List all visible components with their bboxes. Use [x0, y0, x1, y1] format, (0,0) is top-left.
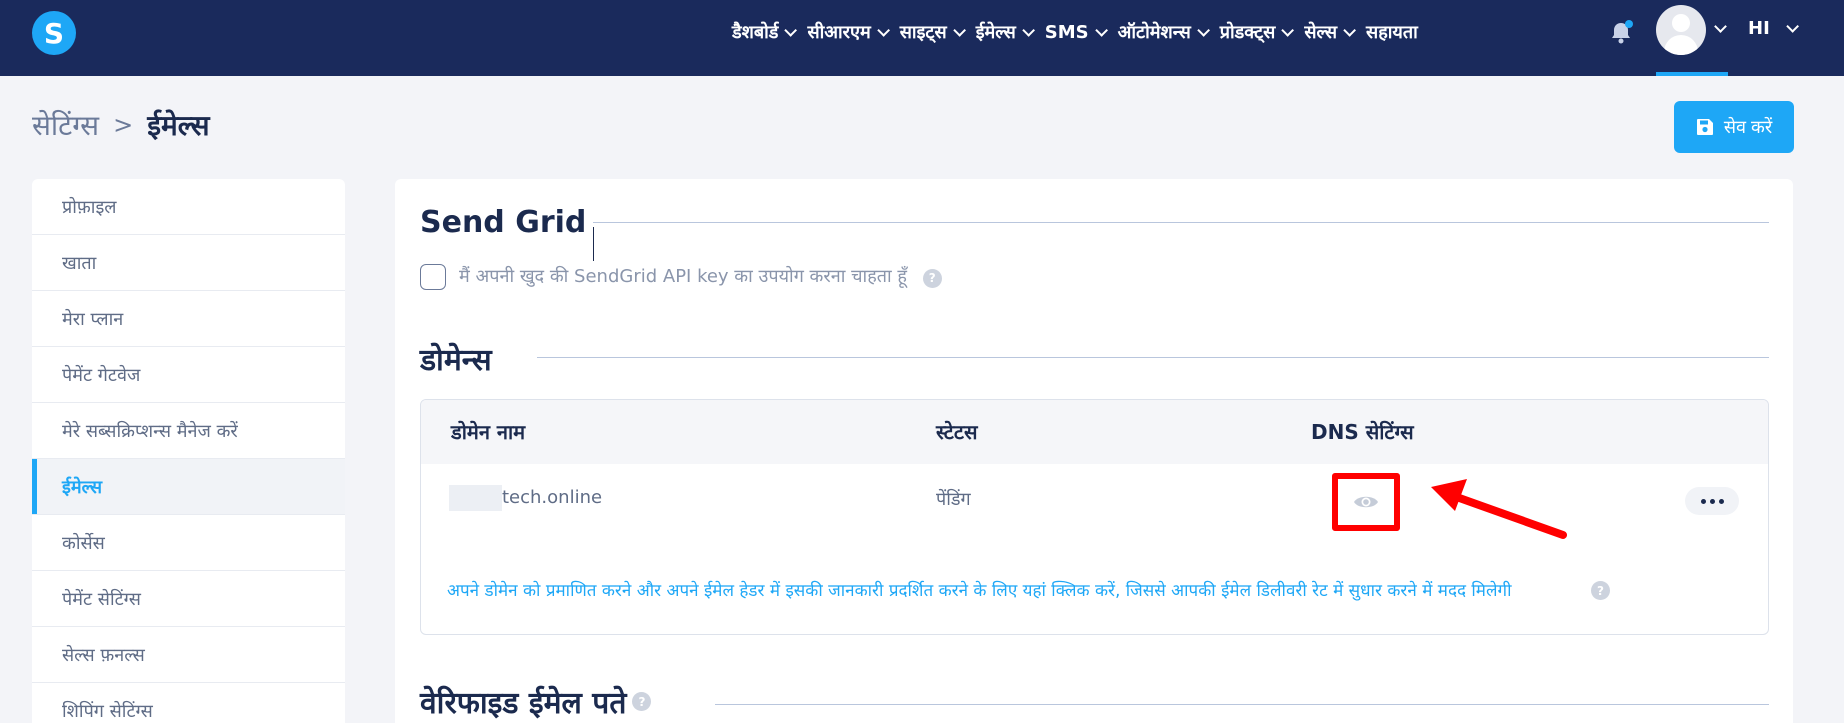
- nav-label: ऑटोमेशन्स: [1117, 22, 1191, 43]
- app-logo[interactable]: S: [32, 11, 76, 55]
- sidebar-item-label: पेमेंट गेटवेज: [62, 364, 141, 386]
- column-status: स्टेटस: [936, 420, 978, 444]
- column-domain-name: डोमेन नाम: [451, 420, 526, 444]
- column-dns-settings: DNS सेटिंग्स: [1311, 420, 1414, 444]
- email-settings-panel: Send Grid मैं अपनी खुद की SendGrid API k…: [395, 179, 1793, 723]
- nav-label: सीआरएम: [807, 22, 871, 43]
- language-label: HI: [1748, 18, 1770, 39]
- chevron-down-icon: [1281, 23, 1295, 37]
- nav-label: SMS: [1044, 21, 1089, 43]
- domain-status: पेंडिंग: [936, 489, 971, 510]
- help-icon[interactable]: ?: [1591, 581, 1610, 600]
- sidebar-item-label: सेल्स फ़नल्स: [62, 644, 145, 666]
- dns-settings-view-button[interactable]: [1332, 473, 1400, 531]
- sidebar-item-label: ईमेल्स: [62, 476, 103, 498]
- nav-help[interactable]: सहायता: [1366, 20, 1418, 44]
- sidebar-item-account[interactable]: खाता: [32, 235, 345, 291]
- chevron-down-icon: [1022, 23, 1035, 37]
- sidebar-item-sales-funnels[interactable]: सेल्स फ़नल्स: [32, 627, 345, 683]
- nav-emails[interactable]: ईमेल्स: [975, 20, 1035, 44]
- user-menu[interactable]: [1656, 0, 1728, 76]
- sidebar-item-payment-gateways[interactable]: पेमेंट गेटवेज: [32, 347, 345, 403]
- more-options-button[interactable]: [1685, 487, 1739, 515]
- settings-sidebar: प्रोफ़ाइल खाता मेरा प्लान पेमेंट गेटवेज …: [32, 179, 345, 723]
- sendgrid-api-key-checkbox[interactable]: [420, 264, 446, 290]
- section-divider: [593, 222, 1769, 223]
- sidebar-item-label: कोर्सेस: [62, 532, 105, 554]
- breadcrumb: सेटिंग्स > ईमेल्स: [32, 106, 210, 144]
- dot: [1709, 498, 1715, 504]
- nav-label: साइट्स: [899, 22, 947, 43]
- nav-crm[interactable]: सीआरएम: [807, 20, 890, 44]
- user-avatar-icon: [1656, 5, 1706, 55]
- sidebar-item-label: मेरा प्लान: [62, 308, 124, 330]
- nav-sites[interactable]: साइट्स: [899, 20, 966, 44]
- nav-label: ईमेल्स: [975, 22, 1016, 43]
- chevron-down-icon: [1343, 23, 1357, 37]
- bell-icon[interactable]: [1606, 18, 1636, 48]
- domains-table: डोमेन नाम स्टेटस DNS सेटिंग्स tech.onlin…: [420, 399, 1769, 635]
- chevron-down-icon: [1197, 23, 1210, 37]
- checkbox-label-text: मैं अपनी खुद की SendGrid API key का उपयो…: [459, 266, 907, 287]
- table-header: डोमेन नाम स्टेटस DNS सेटिंग्स: [421, 400, 1768, 464]
- chevron-down-icon: [1786, 20, 1799, 33]
- nav-label: डैशबोर्ड: [732, 22, 779, 43]
- section-divider: [715, 704, 1769, 705]
- language-selector[interactable]: HI: [1748, 18, 1799, 39]
- annotation-arrow-icon: [1431, 479, 1567, 539]
- verified-emails-title: वेरिफाइड ईमेल पते: [420, 686, 627, 721]
- nav-label: सहायता: [1366, 22, 1418, 43]
- sidebar-item-label: शिपिंग सेटिंग्स: [62, 700, 153, 722]
- page-title: ईमेल्स: [147, 109, 210, 142]
- eye-icon: [1354, 496, 1378, 508]
- main-nav: डैशबोर्ड सीआरएम साइट्स ईमेल्स SMS ऑटोमेश…: [732, 0, 1432, 64]
- sidebar-item-my-plan[interactable]: मेरा प्लान: [32, 291, 345, 347]
- breadcrumb-separator: >: [113, 111, 134, 139]
- nav-dashboard[interactable]: डैशबोर्ड: [732, 20, 798, 44]
- sidebar-item-label: खाता: [62, 252, 97, 274]
- sidebar-item-subscriptions[interactable]: मेरे सब्सक्रिप्शन्स मैनेज करें: [32, 403, 345, 459]
- save-button[interactable]: सेव करें: [1674, 101, 1794, 153]
- floppy-disk-icon: [1696, 119, 1713, 135]
- sendgrid-checkbox-label: मैं अपनी खुद की SendGrid API key का उपयो…: [459, 264, 942, 288]
- sidebar-item-courses[interactable]: कोर्सेस: [32, 515, 345, 571]
- chevron-down-icon: [877, 23, 890, 37]
- help-icon[interactable]: ?: [632, 692, 652, 711]
- domains-title: डोमेन्स: [420, 343, 492, 378]
- domain-name-cell: tech.online: [449, 485, 602, 511]
- nav-sales[interactable]: सेल्स: [1304, 20, 1357, 44]
- nav-sms[interactable]: SMS: [1044, 21, 1108, 43]
- sidebar-item-payment-settings[interactable]: पेमेंट सेटिंग्स: [32, 571, 345, 627]
- domain-authentication-link[interactable]: अपने डोमेन को प्रमाणित करने और अपने ईमेल…: [447, 578, 1511, 601]
- domain-name: tech.online: [502, 487, 603, 508]
- sidebar-item-profile[interactable]: प्रोफ़ाइल: [32, 179, 345, 235]
- text-cursor: [593, 227, 594, 261]
- save-label: सेव करें: [1723, 117, 1773, 137]
- nav-label: प्रोडक्ट्स: [1219, 22, 1276, 43]
- chevron-down-icon: [784, 23, 798, 37]
- dot: [1700, 498, 1706, 504]
- verified-emails-heading: वेरिफाइड ईमेल पते ?: [420, 681, 652, 722]
- nav-label: सेल्स: [1304, 22, 1338, 43]
- sendgrid-title: Send Grid: [420, 205, 587, 240]
- sidebar-item-shipping-settings[interactable]: शिपिंग सेटिंग्स: [32, 683, 345, 723]
- sidebar-item-label: पेमेंट सेटिंग्स: [62, 588, 141, 610]
- top-navbar: S डैशबोर्ड सीआरएम साइट्स ईमेल्स SMS ऑटोम…: [0, 0, 1844, 76]
- dot: [1718, 498, 1724, 504]
- breadcrumb-parent[interactable]: सेटिंग्स: [32, 106, 99, 144]
- sidebar-item-emails[interactable]: ईमेल्स: [32, 459, 345, 515]
- section-divider: [537, 357, 1769, 358]
- chevron-down-icon: [1094, 23, 1108, 37]
- nav-automations[interactable]: ऑटोमेशन्स: [1117, 20, 1210, 44]
- sidebar-item-label: मेरे सब्सक्रिप्शन्स मैनेज करें: [62, 420, 238, 442]
- help-icon[interactable]: ?: [922, 268, 942, 288]
- chevron-down-icon: [952, 23, 966, 37]
- redacted-block: [449, 485, 502, 511]
- active-underline: [1656, 72, 1728, 76]
- nav-products[interactable]: प्रोडक्ट्स: [1219, 20, 1295, 44]
- sidebar-item-label: प्रोफ़ाइल: [62, 196, 117, 218]
